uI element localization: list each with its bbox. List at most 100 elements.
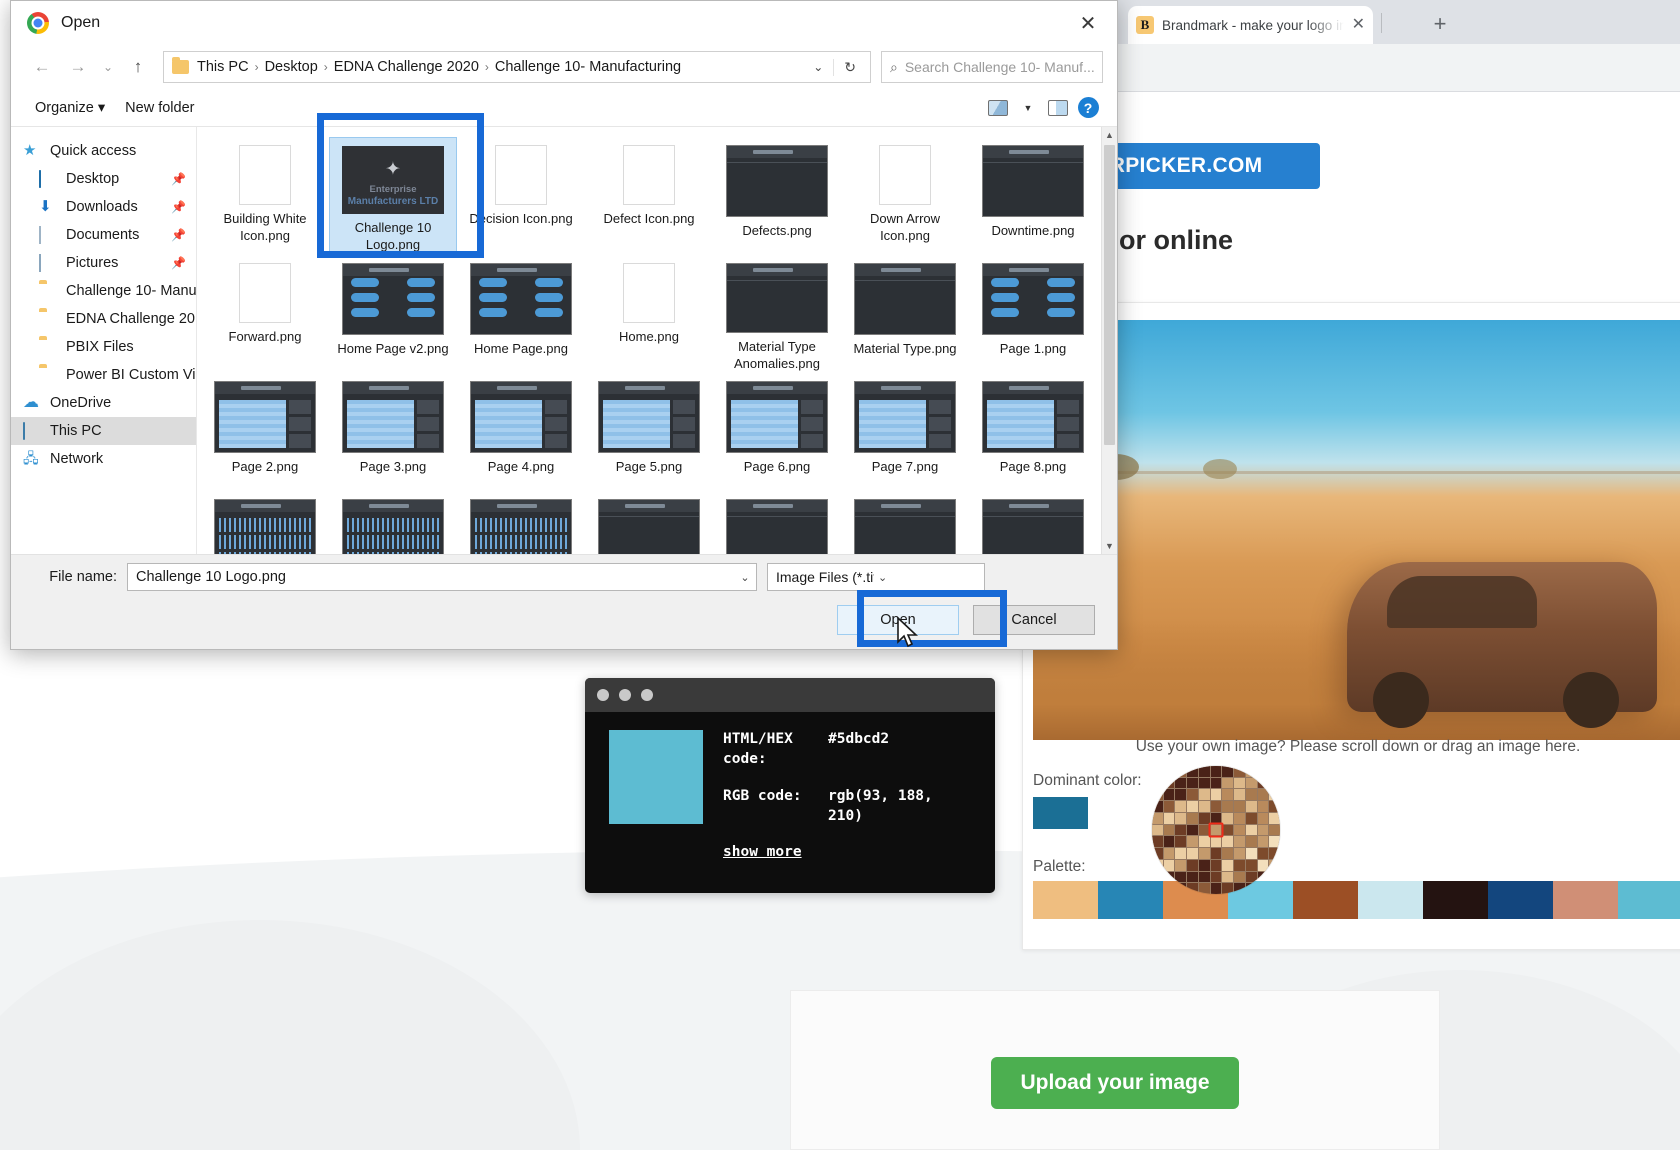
magnifier-pixel [1234,883,1245,894]
file-item[interactable]: Decision Icon.png [457,137,585,255]
file-item[interactable]: Forward.png [201,255,329,373]
file-item[interactable]: Material Type Anomalies.png [713,255,841,373]
file-item[interactable]: Defects.png [713,137,841,255]
recent-locations-icon[interactable]: ⌄ [97,50,119,84]
up-arrow-icon[interactable]: ↑ [121,50,155,84]
file-item[interactable]: Material Type.png [841,255,969,373]
file-item[interactable]: Page 11.png [457,491,585,554]
file-type-dropdown[interactable]: Image Files (*.tiff;*.pjp;*.jfif;*.gi ⌄ [767,563,985,591]
file-item[interactable]: Page 2.png [201,373,329,491]
palette-swatch[interactable] [1423,881,1488,919]
file-item[interactable]: Home Page.png [457,255,585,373]
view-options-chevron-down-icon[interactable]: ▼ [1013,95,1043,121]
preview-pane-icon[interactable] [1043,95,1073,121]
scrollbar-thumb[interactable] [1104,145,1115,445]
scroll-down-icon[interactable]: ▼ [1102,538,1117,554]
file-item[interactable]: ✦ Enterprise Manufacturers LTD Challenge 10… [329,137,457,255]
file-item[interactable]: Plants.png [713,491,841,554]
file-item[interactable]: Page 1.png [969,255,1097,373]
sidebar-item-desktop[interactable]: Desktop 📌 [11,165,196,193]
view-layout-icon[interactable] [983,95,1013,121]
sidebar-item-quick-access[interactable]: ★ Quick access [11,137,196,165]
file-item[interactable]: Downtime.png [969,137,1097,255]
file-item[interactable]: Page 9.png [201,491,329,554]
help-icon[interactable]: ? [1073,95,1103,121]
sidebar-item-pictures[interactable]: Pictures 📌 [11,249,196,277]
cancel-button[interactable]: Cancel [973,605,1095,635]
palette-swatch[interactable] [1033,881,1098,919]
sidebar-item-edna-challenge-20[interactable]: EDNA Challenge 20 [11,305,196,333]
file-list-scrollbar[interactable]: ▲ ▼ [1101,127,1117,554]
file-item[interactable]: Page 5.png [585,373,713,491]
sample-image[interactable] [1033,320,1680,740]
chevron-down-icon[interactable]: ⌄ [803,60,833,74]
refresh-icon[interactable]: ↻ [833,58,866,76]
file-name-label: Page 4.png [487,459,555,474]
close-icon[interactable]: ✕ [1065,3,1111,43]
pin-icon[interactable]: 📌 [171,200,186,214]
chevron-down-icon[interactable]: ⌄ [734,571,756,584]
palette-swatch[interactable] [1618,881,1680,919]
scroll-up-icon[interactable]: ▲ [1102,127,1117,143]
sidebar-item-challenge-10-manu[interactable]: Challenge 10- Manu [11,277,196,305]
organize-menu[interactable]: Organize ▾ [25,96,115,120]
show-more-link[interactable]: show more [723,844,975,860]
palette-swatches[interactable] [1033,881,1680,919]
pin-icon[interactable]: 📌 [171,228,186,242]
sidebar-item-pbix-files[interactable]: PBIX Files [11,333,196,361]
magnifier-pixel [1245,848,1257,859]
file-item[interactable]: Page 3.png [329,373,457,491]
file-item[interactable]: Rankings.png [841,491,969,554]
palette-swatch[interactable] [1358,881,1423,919]
sidebar-item-downloads[interactable]: ⬇ Downloads 📌 [11,193,196,221]
close-icon[interactable]: ✕ [1352,17,1365,33]
new-folder-button[interactable]: New folder [115,96,204,120]
search-input[interactable] [904,59,1094,75]
sidebar-item-network[interactable]: 🖧 Network [11,445,196,473]
pin-icon[interactable]: 📌 [171,172,186,186]
file-item[interactable]: Home Page v2.png [329,255,457,373]
breadcrumb-item[interactable]: Challenge 10- Manufacturing [491,59,685,75]
navigation-sidebar[interactable]: ★ Quick access Desktop 📌 ⬇ Downloads 📌 Document… [11,127,197,554]
sidebar-item-onedrive[interactable]: ☁ OneDrive [11,389,196,417]
breadcrumb-item[interactable]: EDNA Challenge 2020 [330,59,483,75]
file-item[interactable]: Page 4.png [457,373,585,491]
upload-image-button[interactable]: Upload your image [991,1057,1239,1109]
sidebar-item-this-pc[interactable]: This PC [11,417,196,445]
pin-icon[interactable]: 📌 [171,256,186,270]
file-list-area[interactable]: Building White Icon.png ✦ Enterprise Manufa… [197,127,1117,554]
palette-swatch[interactable] [1293,881,1358,919]
file-item[interactable]: Defect Icon.png [585,137,713,255]
back-arrow-icon[interactable]: ← [25,50,59,84]
file-item[interactable]: Plant [585,491,713,554]
documents-icon [39,226,57,244]
hex-code-value[interactable]: #5dbcd2 [828,730,975,769]
palette-swatch[interactable] [1553,881,1618,919]
sidebar-item-documents[interactable]: Documents 📌 [11,221,196,249]
new-tab-button[interactable]: + [1425,9,1455,39]
file-item[interactable]: Page 7.png [841,373,969,491]
file-item[interactable]: Recap.png [969,491,1097,554]
file-item[interactable]: Page 8.png [969,373,1097,491]
dominant-color-swatch[interactable] [1033,797,1088,829]
file-grid[interactable]: Building White Icon.png ✦ Enterprise Manufa… [197,127,1101,554]
forward-arrow-icon[interactable]: → [61,50,95,84]
palette-swatch[interactable] [1488,881,1553,919]
file-item[interactable]: Building White Icon.png [201,137,329,255]
magnifier-pixel [1210,836,1222,848]
file-item[interactable]: Page 10.png [329,491,457,554]
file-thumbnail-blank [495,145,547,205]
rgb-code-value[interactable]: rgb(93, 188, 210) [828,787,975,826]
file-name-input[interactable] [128,569,734,585]
breadcrumb[interactable]: This PC › Desktop › EDNA Challenge 2020 › Chal… [193,59,803,75]
breadcrumb-item[interactable]: Desktop [261,59,322,75]
file-item[interactable]: Page 6.png [713,373,841,491]
address-breadcrumb-bar[interactable]: This PC › Desktop › EDNA Challenge 2020 › Chal… [163,51,871,83]
sidebar-item-power-bi-custom-vi[interactable]: Power BI Custom Vi [11,361,196,389]
breadcrumb-item[interactable]: This PC [193,59,253,75]
file-item[interactable]: Home.png [585,255,713,373]
file-name-field[interactable]: ⌄ [127,563,757,591]
search-box[interactable]: ⌕ [881,51,1103,83]
file-item[interactable]: Down Arrow Icon.png [841,137,969,255]
browser-tab[interactable]: B Brandmark - make your logo in m ✕ [1128,6,1373,44]
